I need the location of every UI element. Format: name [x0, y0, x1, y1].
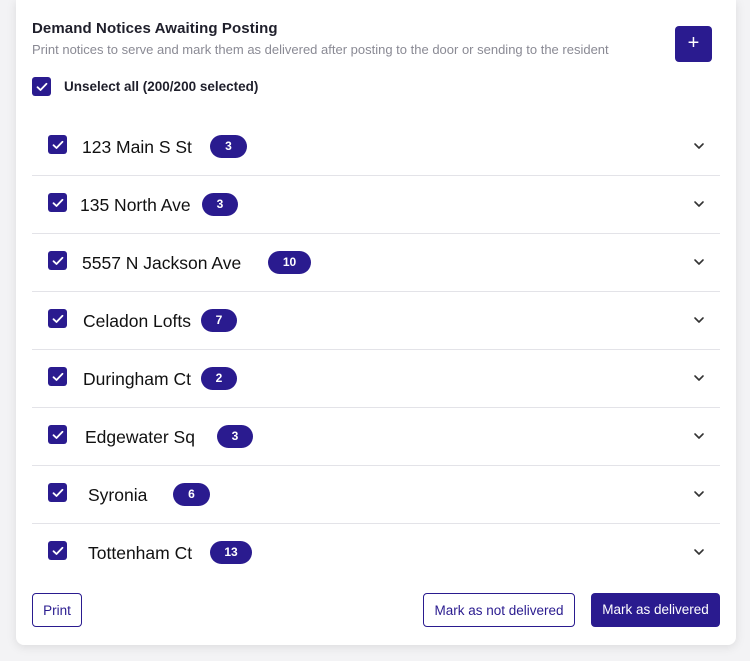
property-checkbox[interactable] — [48, 425, 67, 444]
property-row[interactable]: Celadon Lofts 7 — [32, 292, 720, 350]
property-name: Tottenham Ct — [88, 543, 193, 563]
chevron-down-icon[interactable] — [693, 374, 705, 382]
add-button[interactable]: + — [675, 26, 712, 62]
chevron-down-icon[interactable] — [693, 490, 705, 498]
property-checkbox[interactable] — [48, 135, 67, 154]
chevron-down-icon[interactable] — [693, 200, 705, 208]
property-name: Duringham Ct — [83, 369, 191, 389]
notice-count-badge: 7 — [201, 309, 237, 332]
select-all-label: Unselect all (200/200 selected) — [64, 79, 259, 94]
property-row[interactable]: Edgewater Sq 3 — [32, 408, 720, 466]
notice-count-badge: 3 — [210, 135, 247, 158]
property-row[interactable]: Tottenham Ct 13 — [32, 524, 720, 581]
property-checkbox[interactable] — [48, 541, 67, 560]
select-all-checkbox[interactable] — [32, 77, 51, 96]
check-icon — [36, 82, 47, 91]
property-row[interactable]: Syronia 6 — [32, 466, 720, 524]
property-name: Edgewater Sq — [85, 427, 195, 447]
select-all-toggle[interactable]: Unselect all (200/200 selected) — [32, 77, 258, 96]
chevron-down-icon[interactable] — [693, 432, 705, 440]
mark-not-delivered-button[interactable]: Mark as not delivered — [423, 593, 575, 627]
page-title: Demand Notices Awaiting Posting — [32, 20, 278, 37]
page-subtitle: Print notices to serve and mark them as … — [32, 42, 609, 57]
property-name: 123 Main S St — [82, 137, 192, 157]
chevron-down-icon[interactable] — [693, 316, 705, 324]
notice-count-badge: 13 — [210, 541, 252, 564]
demand-notices-card: Demand Notices Awaiting Posting Print no… — [16, 0, 736, 645]
property-checkbox[interactable] — [48, 367, 67, 386]
property-list: 123 Main S St 3 135 North Ave 3 5557 N J… — [32, 118, 720, 581]
check-icon — [52, 546, 63, 555]
property-name: Celadon Lofts — [83, 311, 191, 331]
check-icon — [52, 488, 63, 497]
print-button[interactable]: Print — [32, 593, 82, 627]
check-icon — [52, 256, 63, 265]
property-checkbox[interactable] — [48, 251, 67, 270]
property-name: 5557 N Jackson Ave — [82, 253, 242, 273]
notice-count-badge: 2 — [201, 367, 237, 390]
chevron-down-icon[interactable] — [693, 258, 705, 266]
property-checkbox[interactable] — [48, 483, 67, 502]
property-row[interactable]: 135 North Ave 3 — [32, 176, 720, 234]
chevron-down-icon[interactable] — [693, 142, 705, 150]
property-row[interactable]: 5557 N Jackson Ave 10 — [32, 234, 720, 292]
chevron-down-icon[interactable] — [693, 548, 705, 556]
property-name: 135 North Ave — [80, 195, 191, 215]
check-icon — [52, 314, 63, 323]
check-icon — [52, 198, 63, 207]
notice-count-badge: 6 — [173, 483, 210, 506]
property-row[interactable]: 123 Main S St 3 — [32, 118, 720, 176]
property-checkbox[interactable] — [48, 193, 67, 212]
notice-count-badge: 3 — [217, 425, 253, 448]
notice-count-badge: 10 — [268, 251, 311, 274]
notice-count-badge: 3 — [202, 193, 238, 216]
mark-delivered-button[interactable]: Mark as delivered — [591, 593, 720, 627]
property-checkbox[interactable] — [48, 309, 67, 328]
card-header: Demand Notices Awaiting Posting Print no… — [32, 19, 672, 59]
property-row[interactable]: Duringham Ct 2 — [32, 350, 720, 408]
check-icon — [52, 372, 63, 381]
check-icon — [52, 430, 63, 439]
check-icon — [52, 140, 63, 149]
property-name: Syronia — [88, 485, 148, 505]
plus-icon: + — [687, 32, 700, 54]
